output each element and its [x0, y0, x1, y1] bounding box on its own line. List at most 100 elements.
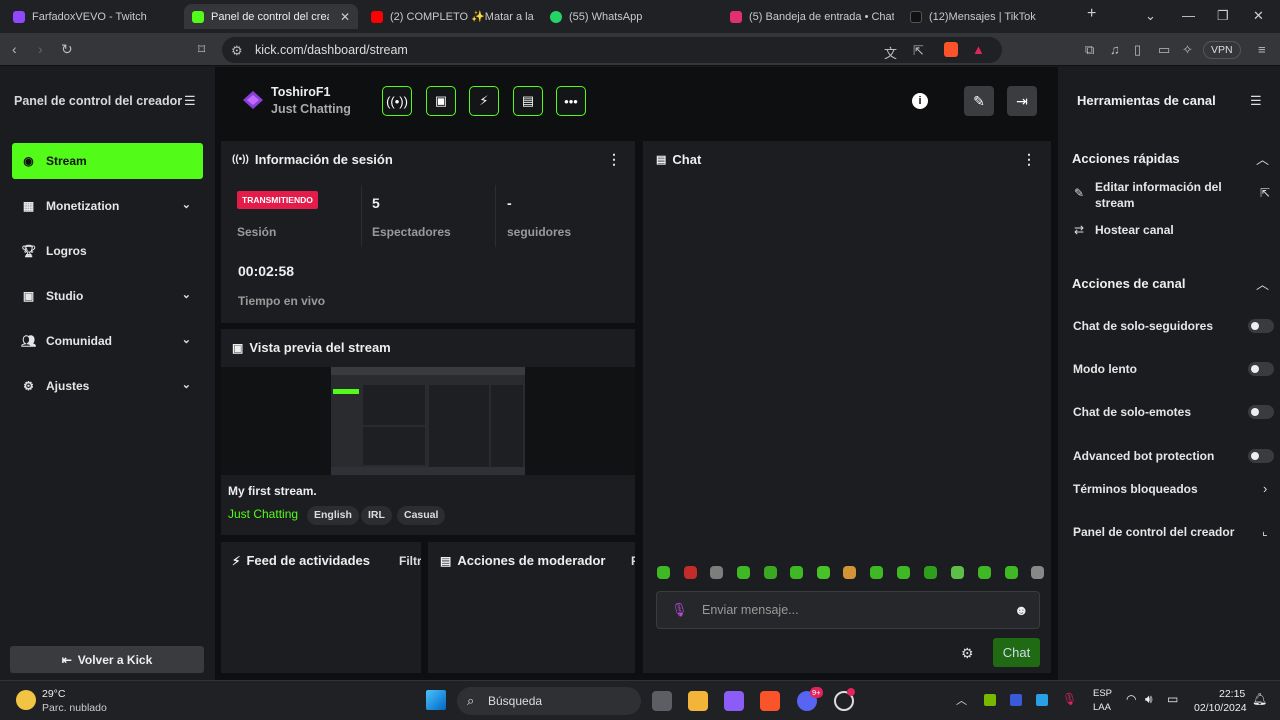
brave-shields-icon[interactable] — [944, 42, 958, 57]
bot-protection-toggle[interactable] — [1248, 449, 1274, 463]
collapse-sidebar-icon[interactable]: ☰ — [184, 93, 196, 109]
emote[interactable] — [843, 566, 856, 579]
emote[interactable] — [924, 566, 937, 579]
tab-twitch[interactable]: FarfadoxVEVO - Twitch — [5, 4, 180, 29]
sidebar-item-stream[interactable]: ◉ Stream — [12, 143, 203, 179]
volume-icon[interactable]: 🔊︎ — [1145, 692, 1153, 707]
forward-icon[interactable]: › — [38, 41, 43, 57]
brave-rewards-icon[interactable]: ▲ — [972, 42, 985, 57]
extensions-icon[interactable]: ⧉ — [1085, 42, 1094, 58]
creator-dashboard-link[interactable]: Panel de control del creador — [1073, 525, 1234, 539]
tab-list-icon[interactable]: ⌄ — [1145, 8, 1156, 24]
start-icon[interactable] — [426, 690, 446, 710]
menu-icon[interactable]: ≡ — [1258, 42, 1266, 57]
back-to-kick-button[interactable]: ⇤ Volver a Kick — [10, 646, 204, 673]
keyboard-layout[interactable]: LAA — [1093, 702, 1111, 713]
close-window-icon[interactable]: ✕ — [1253, 8, 1264, 24]
emote[interactable] — [710, 566, 723, 579]
clock-date[interactable]: 02/10/2024 — [1194, 702, 1247, 714]
mod-actions-button[interactable]: ▤ — [513, 86, 543, 116]
minimize-icon[interactable]: — — [1182, 8, 1195, 23]
tab-whatsapp[interactable]: (55) WhatsApp — [542, 4, 717, 29]
translate-icon[interactable]: 文 — [884, 43, 897, 62]
nvidia-icon[interactable] — [984, 694, 996, 706]
microphone-icon[interactable]: 🎙︎ — [671, 602, 688, 618]
emote[interactable] — [790, 566, 803, 579]
emote[interactable] — [1031, 566, 1044, 579]
chevron-up-icon[interactable]: ︿ — [956, 692, 967, 708]
visual-studio-icon[interactable] — [724, 691, 744, 711]
weather-icon[interactable] — [16, 690, 36, 710]
tray-app-icon[interactable] — [1010, 694, 1022, 706]
emote-only-toggle[interactable] — [1248, 405, 1274, 419]
activity-filter-button[interactable]: Filtr — [399, 554, 421, 568]
sidebar-item-studio[interactable]: ▣ Studio ⌄ — [12, 278, 203, 314]
stream-preview-player[interactable] — [221, 367, 635, 475]
emote[interactable] — [897, 566, 910, 579]
wifi-icon[interactable]: ◠ — [1126, 692, 1136, 706]
tag-english[interactable]: English — [307, 506, 359, 525]
sidebar-item-monetization[interactable]: ▦ Monetization ⌄ — [12, 188, 203, 224]
emoji-icon[interactable]: ☻ — [1014, 602, 1029, 618]
sidebar-item-logros[interactable]: 🏆︎ Logros — [12, 233, 203, 269]
media-icon[interactable]: ♫ — [1110, 42, 1120, 57]
bookmark-icon[interactable]: ⌑ — [198, 41, 205, 58]
emote[interactable] — [978, 566, 991, 579]
reload-icon[interactable]: ↻ — [61, 41, 73, 58]
notifications-icon[interactable]: 🔔︎ — [1252, 692, 1267, 706]
host-channel-link[interactable]: Hostear canal — [1095, 223, 1174, 237]
microphone-icon[interactable]: 🎙︎ — [1062, 692, 1077, 706]
sidebar-toggle-icon[interactable]: ▯ — [1134, 42, 1141, 58]
sidebar-item-ajustes[interactable]: ⚙ Ajustes ⌄ — [12, 368, 203, 404]
slow-mode-toggle[interactable] — [1248, 362, 1274, 376]
exit-button[interactable]: ⇥ — [1007, 86, 1037, 116]
chat-button[interactable]: ••• — [556, 86, 586, 116]
chevron-up-icon[interactable]: ︿ — [1256, 274, 1269, 293]
brave-icon[interactable] — [760, 691, 780, 711]
defender-icon[interactable] — [1036, 694, 1048, 706]
followers-only-toggle[interactable] — [1248, 319, 1274, 333]
emote[interactable] — [817, 566, 830, 579]
maximize-icon[interactable]: ❐ — [1217, 8, 1229, 24]
emote[interactable] — [657, 566, 670, 579]
tab-kick-dashboard[interactable]: Panel de control del creador ✕ — [184, 4, 358, 29]
clock-time[interactable]: 22:15 — [1219, 688, 1245, 700]
new-tab-icon[interactable]: + — [1087, 5, 1096, 23]
share-icon[interactable]: ⇱ — [913, 43, 924, 59]
edit-layout-button[interactable]: ✎ — [964, 86, 994, 116]
emote[interactable] — [684, 566, 697, 579]
edit-stream-info-link[interactable]: Editar información del stream — [1095, 179, 1245, 211]
file-explorer-icon[interactable] — [688, 691, 708, 711]
emote[interactable] — [870, 566, 883, 579]
battery-icon[interactable]: ▭ — [1167, 692, 1178, 706]
chevron-up-icon[interactable]: ︿ — [1256, 149, 1269, 168]
category-link[interactable]: Just Chatting — [228, 507, 298, 521]
mod-filter-button[interactable]: F — [631, 554, 635, 568]
info-icon[interactable]: i — [912, 93, 928, 109]
blocked-terms-link[interactable]: Términos bloqueados — [1073, 482, 1198, 496]
more-options-icon[interactable]: ⋮ — [1022, 151, 1036, 168]
emote[interactable] — [737, 566, 750, 579]
vpn-button[interactable]: VPN — [1203, 41, 1241, 59]
more-options-icon[interactable]: ⋮ — [607, 151, 621, 168]
emote[interactable] — [951, 566, 964, 579]
site-settings-icon[interactable]: ⚙ — [231, 43, 243, 59]
task-view-icon[interactable] — [652, 691, 672, 711]
sidebar-item-comunidad[interactable]: 👥︎ Comunidad ⌄ — [12, 323, 203, 359]
collapse-panel-icon[interactable]: ☰ — [1250, 93, 1262, 109]
tab-tiktok[interactable]: (12)Mensajes | TikTok — [902, 4, 1074, 29]
close-tab-icon[interactable]: ✕ — [340, 10, 350, 24]
language-code[interactable]: ESP — [1093, 688, 1112, 699]
url-field[interactable]: ⚙ kick.com/dashboard/stream 文 ⇱ ▲ — [222, 37, 1002, 63]
emote[interactable] — [1005, 566, 1018, 579]
tab-youtube[interactable]: (2) COMPLETO ✨Matar a la Vi — [363, 4, 535, 29]
preview-button[interactable]: ▣ — [426, 86, 456, 116]
activity-button[interactable]: ⚡︎ — [469, 86, 499, 116]
chat-send-button[interactable]: Chat — [993, 638, 1040, 667]
tag-irl[interactable]: IRL — [361, 506, 392, 525]
tag-casual[interactable]: Casual — [397, 506, 446, 525]
external-link-icon[interactable]: ⇱ — [1260, 186, 1270, 200]
chat-message-input[interactable]: 🎙︎ Enviar mensaje... ☻ — [656, 591, 1040, 629]
tab-instagram[interactable]: (5) Bandeja de entrada • Chats — [722, 4, 894, 29]
leo-ai-icon[interactable]: ✧ — [1182, 42, 1193, 58]
